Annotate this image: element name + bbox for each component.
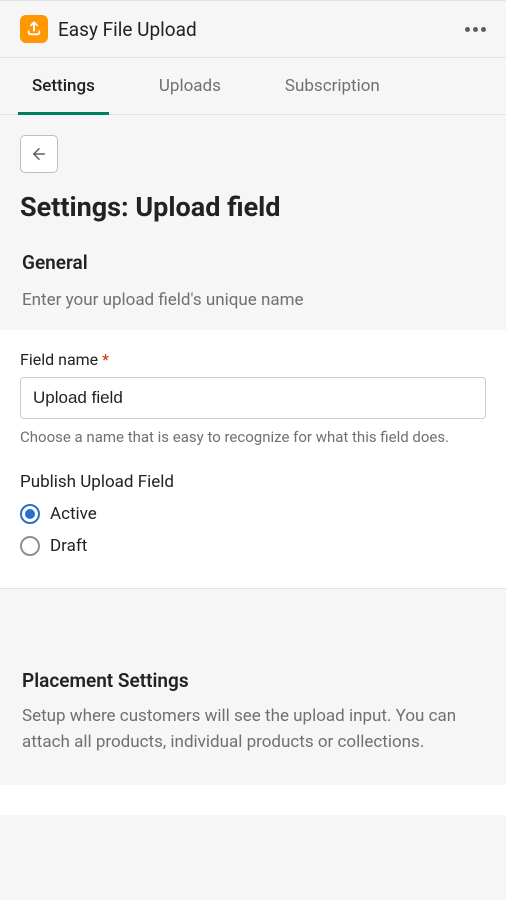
placement-section-title: Placement Settings xyxy=(20,669,486,692)
publish-radio-group: Publish Upload Field Active Draft xyxy=(20,472,486,556)
radio-circle-draft xyxy=(20,536,40,556)
content-area: Settings: Upload field General Enter you… xyxy=(0,115,506,835)
required-indicator: * xyxy=(102,350,109,369)
field-name-label-text: Field name xyxy=(20,350,98,369)
radio-circle-active xyxy=(20,504,40,524)
field-name-help: Choose a name that is easy to recognize … xyxy=(20,427,486,448)
general-section-subtitle: Enter your upload field's unique name xyxy=(20,290,486,310)
general-section-title: General xyxy=(20,251,486,274)
back-button[interactable] xyxy=(20,135,58,173)
placement-section: Placement Settings Setup where customers… xyxy=(0,588,506,755)
app-title: Easy File Upload xyxy=(58,18,197,41)
field-name-input[interactable] xyxy=(20,377,486,419)
radio-option-active[interactable]: Active xyxy=(20,504,486,524)
more-icon[interactable] xyxy=(465,27,486,32)
radio-label-draft: Draft xyxy=(50,536,87,556)
arrow-left-icon xyxy=(30,145,48,163)
placement-card xyxy=(0,785,506,815)
field-name-label: Field name * xyxy=(20,350,486,369)
radio-option-draft[interactable]: Draft xyxy=(20,536,486,556)
app-icon xyxy=(20,15,48,43)
general-card: Field name * Choose a name that is easy … xyxy=(0,330,506,588)
publish-group-label: Publish Upload Field xyxy=(20,472,486,492)
header-left: Easy File Upload xyxy=(20,15,197,43)
app-header: Easy File Upload xyxy=(0,0,506,58)
tab-settings[interactable]: Settings xyxy=(20,58,107,114)
tab-uploads[interactable]: Uploads xyxy=(147,58,233,114)
tabs-bar: Settings Uploads Subscription xyxy=(0,58,506,115)
radio-label-active: Active xyxy=(50,504,97,524)
tab-subscription[interactable]: Subscription xyxy=(273,58,392,114)
page-title: Settings: Upload field xyxy=(20,191,486,223)
placement-section-description: Setup where customers will see the uploa… xyxy=(20,704,486,755)
